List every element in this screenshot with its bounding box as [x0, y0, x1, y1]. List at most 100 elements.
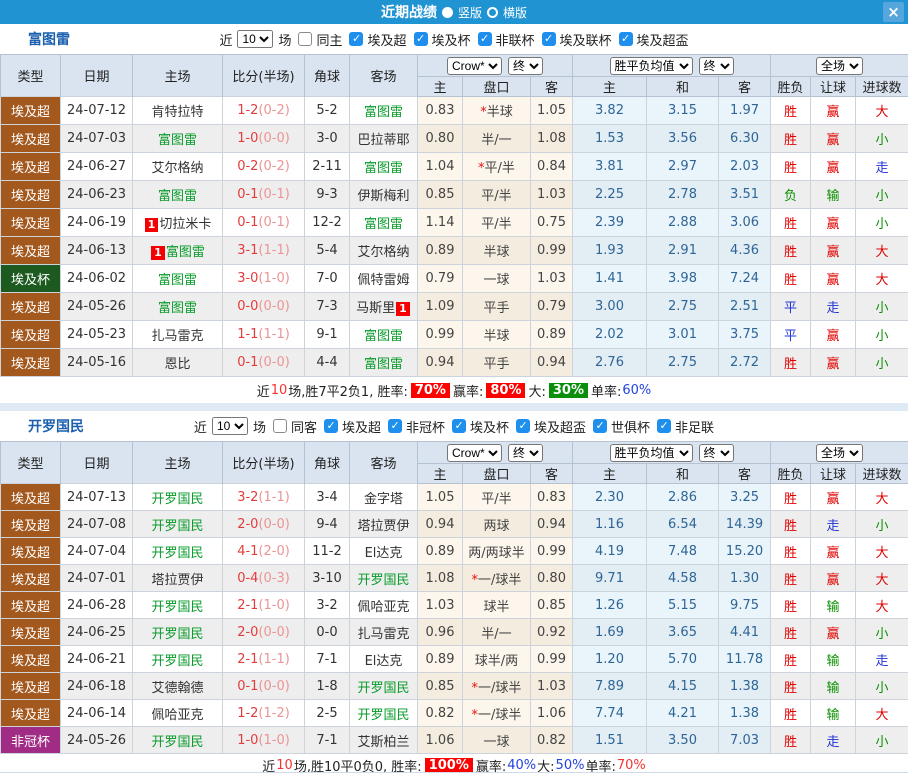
full-score: 0-2	[237, 159, 259, 174]
titlebar: 近期战绩 竖版 横版 ×	[0, 0, 908, 24]
odds-source-select[interactable]: Crow*	[447, 56, 502, 75]
handicap-cell: *一/球半	[462, 699, 531, 727]
handicap-cell: 两/两球半	[462, 537, 531, 565]
goals-result-cell: 小	[855, 726, 908, 754]
column-header: 角球	[304, 441, 350, 484]
goals-result-cell: 小	[855, 618, 908, 646]
vertical-layout-label[interactable]: 竖版	[458, 4, 482, 21]
handicap-cell: 球半/两	[462, 645, 531, 673]
goals-result-cell: 小	[855, 124, 908, 153]
europe-draw-cell: 2.78	[646, 180, 720, 209]
sub-column-header: 盘口	[462, 463, 531, 484]
scope-select-group: 全场	[772, 56, 908, 75]
scope-select[interactable]: 全场	[816, 443, 864, 462]
odds-time-select[interactable]: 终	[508, 443, 543, 462]
table-row: 埃及超 24-06-23 富图雷 0-1(0-1) 9-3 伊斯梅利 0.85 平/半 1.03…	[0, 180, 908, 209]
stats-segment: 10	[276, 758, 293, 773]
league-checkbox[interactable]	[541, 32, 556, 46]
league-checkbox[interactable]	[387, 419, 402, 433]
home-team-name: 塔拉贾伊	[151, 572, 204, 588]
away-odds-cell: 0.82	[529, 726, 574, 754]
result-cell: 平	[770, 320, 812, 349]
scope-select[interactable]: 全场	[816, 56, 864, 75]
home-team-cell: 扎马雷克	[132, 320, 223, 349]
away-team-name: 富图雷	[363, 357, 403, 372]
europe-draw-cell: 3.50	[646, 726, 720, 754]
match-count-select[interactable]: 10	[211, 417, 248, 435]
league-checkbox[interactable]	[349, 32, 364, 46]
away-odds-cell: 0.99	[529, 236, 574, 265]
half-score: (1-1)	[258, 489, 290, 505]
home-odds-cell: 0.89	[417, 236, 463, 265]
goals-result-cell: 大	[855, 236, 908, 265]
full-score: 1-0	[237, 732, 259, 748]
league-checkbox[interactable]	[593, 419, 608, 433]
column-header: 类型	[0, 54, 61, 97]
sub-column-header: 和	[646, 463, 720, 484]
europe-time-select[interactable]: 终	[698, 443, 734, 462]
sub-column-header: 让球	[810, 463, 857, 484]
goals-result-cell: 大	[855, 699, 908, 727]
league-checkbox[interactable]	[618, 32, 633, 46]
europe-home-cell: 2.76	[572, 348, 648, 377]
table-row: 埃及超 24-07-12 肯特拉特 1-2(0-2) 5-2 富图雷 0.83 *半球 1.05…	[0, 96, 908, 125]
stats-segment: 30%	[548, 382, 588, 398]
league-checkbox[interactable]	[477, 32, 492, 46]
europe-home-cell: 3.81	[572, 152, 648, 181]
scope-select-cell: 全场	[770, 54, 908, 77]
europe-away-cell: 7.03	[718, 726, 772, 754]
league-label: 非联杯	[495, 33, 535, 49]
europe-draw-cell: 3.56	[646, 124, 720, 153]
table-row: 埃及超 24-06-18 艾德翰德 0-1(0-0) 1-8 开罗国民 0.85 *一/球半 1…	[0, 672, 908, 700]
result-cell: 胜	[770, 264, 812, 293]
league-checkbox[interactable]	[413, 32, 428, 46]
home-odds-cell: 1.06	[417, 726, 463, 754]
horizontal-layout-radio[interactable]	[487, 6, 498, 18]
away-team-cell: 塔拉贾伊	[349, 510, 418, 538]
corner-cell: 3-2	[304, 591, 350, 619]
table-row: 埃及超 24-07-03 富图雷 1-0(0-0) 3-0 巴拉蒂耶 0.80 半/一 1.08…	[0, 124, 908, 153]
stats-segment: 场,胜10平0负0, 胜率:	[293, 760, 422, 773]
vertical-layout-radio[interactable]	[441, 6, 453, 18]
europe-odds-select[interactable]: 胜平负均值	[609, 56, 693, 75]
same-venue-checkbox[interactable]	[272, 419, 287, 433]
odds-source-select[interactable]: Crow*	[447, 443, 502, 462]
horizontal-layout-label[interactable]: 横版	[503, 4, 527, 21]
league-label: 埃及超	[367, 33, 407, 49]
away-odds-cell: 0.94	[529, 510, 574, 538]
away-odds-cell: 1.06	[529, 699, 574, 727]
half-score: (0-0)	[258, 516, 290, 532]
europe-select-cell: 胜平负均值终	[572, 54, 772, 77]
league-checkbox[interactable]	[516, 419, 531, 433]
close-icon[interactable]: ×	[883, 2, 904, 22]
match-count-select[interactable]: 10	[237, 30, 274, 48]
home-team-name: 富图雷	[157, 133, 197, 148]
score-cell: 1-2(0-2)	[222, 96, 305, 125]
home-team-cell: 开罗国民	[132, 537, 223, 565]
europe-odds-select[interactable]: 胜平负均值	[609, 443, 693, 462]
odds-time-select[interactable]: 终	[508, 56, 543, 75]
league-checkbox[interactable]	[323, 419, 338, 433]
europe-time-select[interactable]: 终	[698, 56, 734, 75]
date-cell: 24-05-23	[60, 320, 133, 349]
odds-select-group: Crow* 终	[419, 443, 572, 462]
full-score: 0-1	[237, 187, 259, 202]
same-venue-checkbox[interactable]	[298, 32, 313, 46]
away-team-cell: 艾尔格纳	[349, 236, 418, 265]
home-team-name: 富图雷	[157, 301, 197, 316]
league-checkbox[interactable]	[657, 419, 672, 433]
home-odds-cell: 0.94	[417, 510, 463, 538]
sub-column-header: 盘口	[462, 76, 531, 97]
corner-cell: 2-5	[304, 699, 350, 727]
corner-cell: 5-4	[304, 236, 350, 265]
home-team-name: 富图雷	[165, 245, 205, 260]
date-cell: 24-07-01	[60, 564, 133, 592]
home-odds-cell: 0.82	[417, 699, 463, 727]
table-row: 非冠杯 24-05-26 开罗国民 1-0(1-0) 7-1 艾斯柏兰 1.06 一球 0.82…	[0, 726, 908, 754]
home-team-name: 扎马雷克	[151, 329, 204, 344]
home-team-name: 切拉米卡	[159, 217, 212, 232]
stats-segment: 40%	[507, 758, 537, 773]
league-checkbox[interactable]	[452, 419, 466, 433]
away-team-name: El达克	[364, 653, 403, 669]
corner-cell: 9-3	[304, 180, 350, 209]
